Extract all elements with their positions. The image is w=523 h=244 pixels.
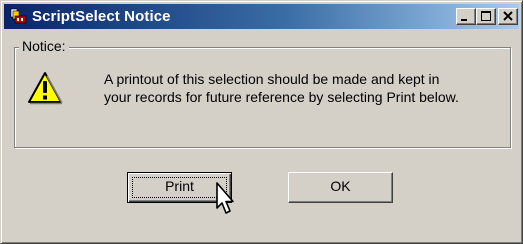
minimize-icon <box>461 19 467 21</box>
maximize-icon <box>481 11 491 21</box>
print-button-label: Print <box>165 178 194 194</box>
warning-icon <box>28 72 63 105</box>
notice-message: A printout of this selection should be m… <box>104 70 499 106</box>
ok-button-label: OK <box>330 178 351 194</box>
notice-dialog-window: ScriptSelect Notice Notice: A printout o… <box>0 0 523 244</box>
maximize-button[interactable] <box>476 8 496 25</box>
mouse-pointer-icon <box>216 182 234 214</box>
message-line-1: A printout of this selection should be m… <box>104 71 440 87</box>
notice-group-label: Notice: <box>19 38 69 55</box>
message-line-2: your records for future reference by sel… <box>104 89 459 105</box>
title-bar[interactable]: ScriptSelect Notice <box>4 4 519 29</box>
window-title: ScriptSelect Notice <box>32 8 171 25</box>
ok-button[interactable]: OK <box>288 172 393 203</box>
close-icon <box>503 11 513 21</box>
minimize-button[interactable] <box>456 8 476 25</box>
close-button[interactable] <box>498 8 518 25</box>
app-icon[interactable] <box>10 8 27 25</box>
